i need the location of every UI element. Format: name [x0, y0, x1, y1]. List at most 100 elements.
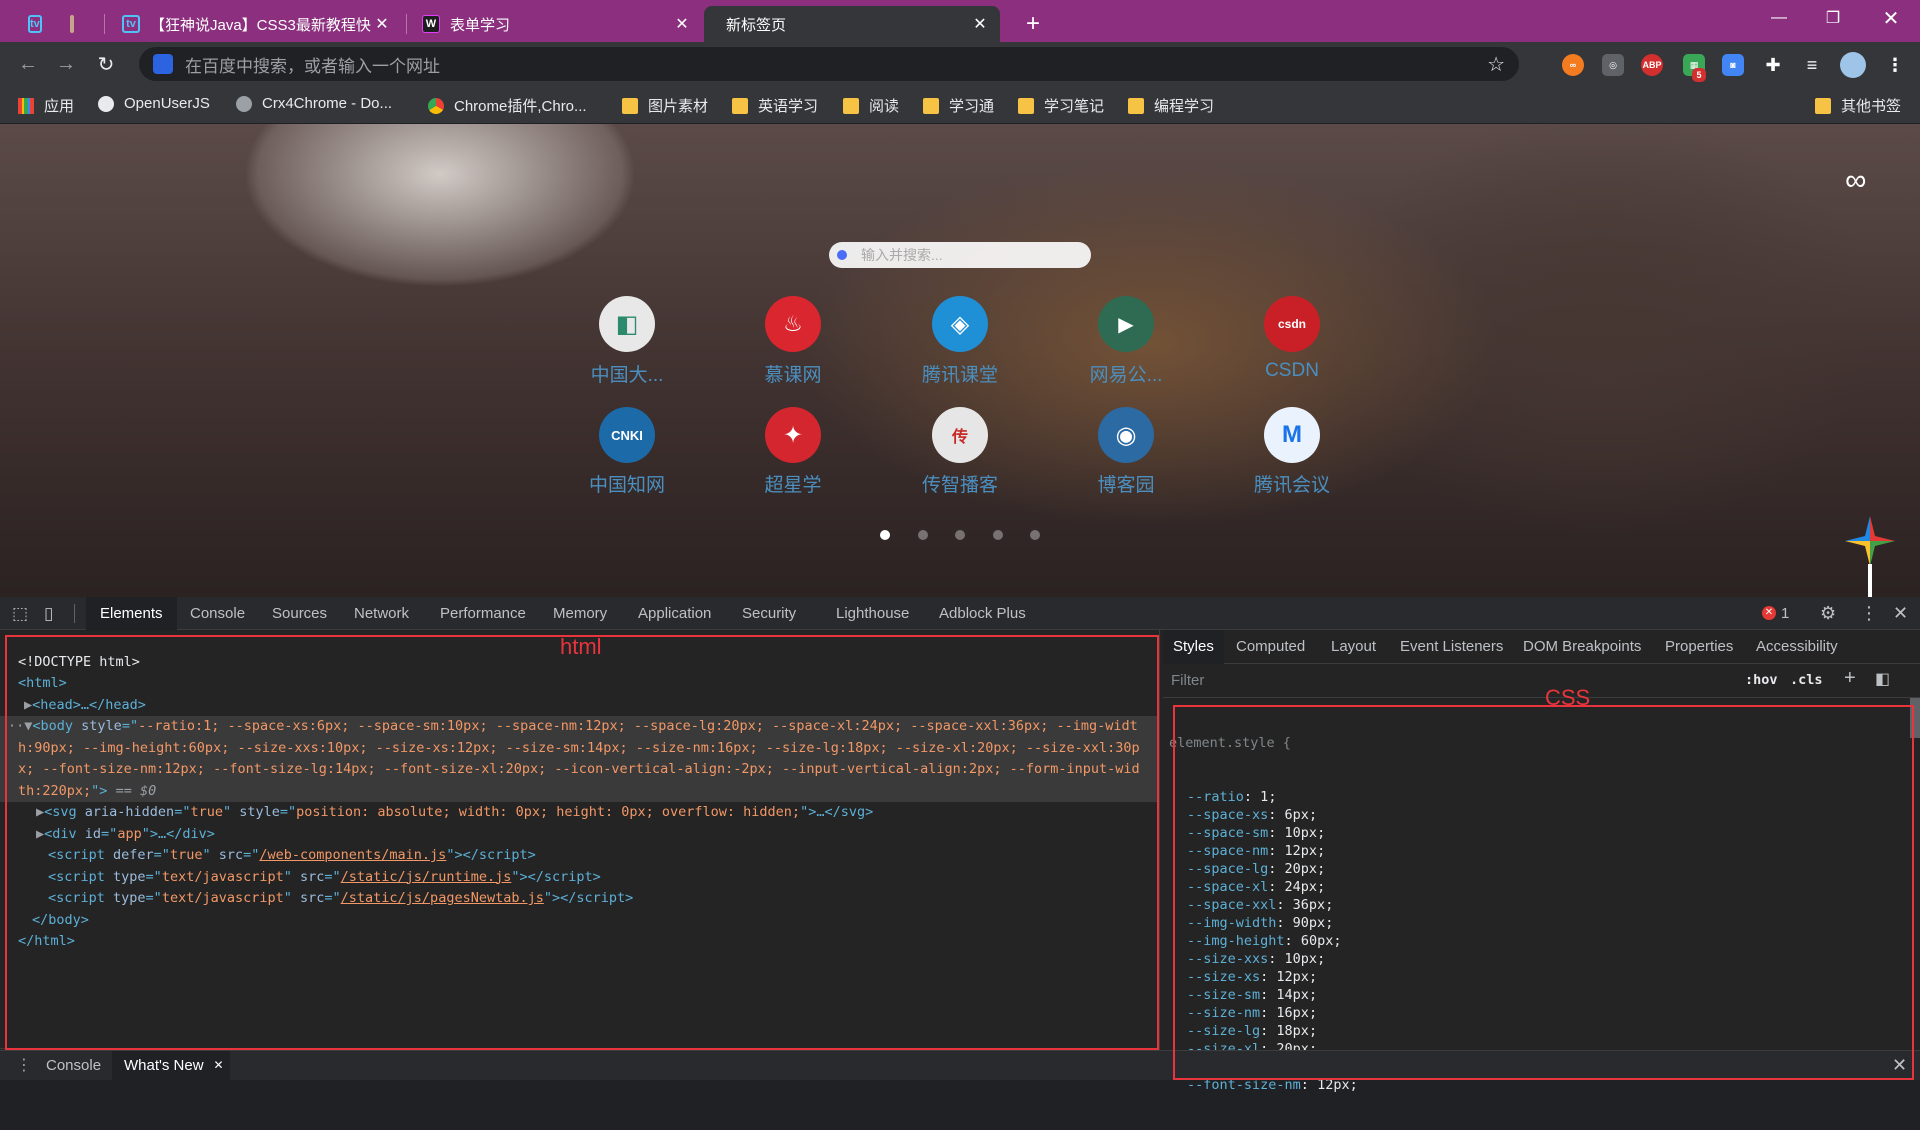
css-property-name[interactable]: --space-nm: [1187, 843, 1268, 859]
css-property-name[interactable]: --size-lg: [1187, 1023, 1260, 1039]
css-property-row[interactable]: --size-nm: 16px;: [1169, 1004, 1909, 1022]
profile-avatar[interactable]: [1840, 52, 1866, 78]
css-property-value[interactable]: 24px: [1285, 879, 1318, 895]
tab-console[interactable]: Console: [190, 597, 245, 630]
tencent-meeting-icon[interactable]: M: [1264, 407, 1320, 463]
tab-memory[interactable]: Memory: [553, 597, 607, 630]
css-property-value[interactable]: 60px: [1301, 933, 1334, 949]
box-icon[interactable]: ◙: [1722, 54, 1744, 76]
bookmark-star-icon[interactable]: ☆: [1487, 52, 1505, 77]
css-property-row[interactable]: --space-xxl: 36px;: [1169, 896, 1909, 914]
tab-application[interactable]: Application: [638, 597, 711, 630]
bookmark-folder-notes[interactable]: 学习笔记: [1018, 95, 1104, 116]
css-property-row[interactable]: --space-xl: 24px;: [1169, 878, 1909, 896]
css-property-value[interactable]: 10px: [1285, 825, 1318, 841]
tab-accessibility[interactable]: Accessibility: [1756, 638, 1838, 655]
back-icon[interactable]: ←: [14, 50, 42, 78]
css-property-row[interactable]: --size-xxs: 10px;: [1169, 950, 1909, 968]
newtab-search-input[interactable]: 输入并搜索...: [829, 242, 1091, 268]
tab-sources[interactable]: Sources: [272, 597, 327, 630]
css-property-row[interactable]: --ratio: 1;: [1169, 788, 1909, 806]
tab-layout[interactable]: Layout: [1331, 638, 1376, 655]
app-label[interactable]: 网易公...: [1041, 360, 1211, 387]
app-label[interactable]: CSDN: [1207, 360, 1377, 382]
css-property-name[interactable]: --size-nm: [1187, 1005, 1260, 1021]
drawer-tab-console[interactable]: Console: [46, 1057, 101, 1074]
css-property-value[interactable]: 20px: [1285, 861, 1318, 877]
tab-form-study[interactable]: W 表单学习 ✕: [412, 6, 702, 42]
drawer-menu-icon[interactable]: ⋮: [16, 1055, 32, 1075]
dom-line-body-cont[interactable]: h:90px; --img-height:60px; --size-xxs:10…: [0, 737, 1158, 759]
dom-line-script[interactable]: <script type="text/javascript" src="/sta…: [0, 888, 1158, 910]
tab-new-tab[interactable]: 新标签页 ✕: [704, 6, 1000, 42]
dom-line-svg[interactable]: ▶<svg aria-hidden="true" style="position…: [0, 802, 1158, 824]
chaoxing-icon[interactable]: ✦: [765, 407, 821, 463]
app-label[interactable]: 中国知网: [542, 470, 712, 497]
page-dot-active[interactable]: [880, 530, 890, 540]
itcast-icon[interactable]: 传: [932, 407, 988, 463]
css-property-name[interactable]: --img-width: [1187, 915, 1276, 931]
cls-toggle[interactable]: .cls: [1790, 670, 1823, 692]
close-devtools-icon[interactable]: ✕: [1893, 597, 1908, 630]
pinwheel-icon[interactable]: [1845, 516, 1895, 566]
css-property-value[interactable]: 16px: [1276, 1005, 1309, 1021]
bookmark-apps[interactable]: 应用: [18, 95, 74, 116]
inspect-element-icon[interactable]: ⬚: [12, 597, 28, 630]
restore-icon[interactable]: ❐: [1810, 0, 1856, 36]
bookmark-chrome-plugins[interactable]: Chrome插件,Chro...: [428, 95, 587, 116]
app-label[interactable]: 超星学: [708, 470, 878, 497]
css-property-name[interactable]: --space-xxl: [1187, 897, 1276, 913]
dom-line-body-selected[interactable]: ··▼<body style="--ratio:1; --space-xs:6p…: [0, 716, 1158, 738]
puzzle-icon[interactable]: ✚: [1762, 54, 1784, 76]
app-label[interactable]: 慕课网: [708, 360, 878, 387]
infinity-logo-icon[interactable]: ∞: [1845, 164, 1866, 198]
css-property-value[interactable]: 12px: [1276, 969, 1309, 985]
menu-icon[interactable]: ⋮: [1884, 54, 1906, 76]
tab-avatar-pinned[interactable]: [60, 6, 94, 42]
bookmark-folder-reading[interactable]: 阅读: [843, 95, 899, 116]
css-property-name[interactable]: --ratio: [1187, 789, 1244, 805]
new-style-rule-icon[interactable]: +: [1844, 667, 1856, 690]
tab-security[interactable]: Security: [742, 597, 796, 630]
tab-performance[interactable]: Performance: [440, 597, 526, 630]
reload-icon[interactable]: ↻: [92, 50, 120, 78]
app-label[interactable]: 博客园: [1041, 470, 1211, 497]
css-property-value[interactable]: 90px: [1293, 915, 1326, 931]
omnibox[interactable]: 在百度中搜索，或者输入一个网址 ☆: [139, 47, 1519, 81]
tab-close-icon[interactable]: ✕: [672, 14, 692, 34]
dom-line-script[interactable]: <script defer="true" src="/web-component…: [0, 845, 1158, 867]
app-label[interactable]: 腾讯会议: [1207, 470, 1377, 497]
page-dot[interactable]: [1030, 530, 1040, 540]
filter-input[interactable]: Filter: [1171, 672, 1204, 689]
css-property-name[interactable]: --img-height: [1187, 933, 1285, 949]
abp-icon[interactable]: ABP: [1641, 54, 1663, 76]
csdn-icon[interactable]: csdn: [1264, 296, 1320, 352]
css-property-row[interactable]: --space-xs: 6px;: [1169, 806, 1909, 824]
css-property-row[interactable]: --space-lg: 20px;: [1169, 860, 1909, 878]
bookmark-crx4chrome[interactable]: Crx4Chrome - Do...: [236, 95, 392, 112]
css-property-row[interactable]: --img-width: 90px;: [1169, 914, 1909, 932]
settings-gear-icon[interactable]: ⚙: [1820, 597, 1836, 630]
new-tab-button[interactable]: +: [1016, 6, 1056, 42]
page-dot[interactable]: [918, 530, 928, 540]
css-property-name[interactable]: --size-xxs: [1187, 951, 1268, 967]
drawer-tab-whats-new[interactable]: What's New ✕: [112, 1051, 230, 1080]
cnblogs-icon[interactable]: ◉: [1098, 407, 1154, 463]
bookmark-folder-programming[interactable]: 编程学习: [1128, 95, 1214, 116]
tab-bilibili-pinned[interactable]: tv: [18, 6, 52, 42]
styles-scrollbar[interactable]: [1910, 698, 1920, 738]
css-property-value[interactable]: 36px: [1293, 897, 1326, 913]
css-property-value[interactable]: 14px: [1276, 987, 1309, 1003]
css-property-name[interactable]: --space-sm: [1187, 825, 1268, 841]
infinity-icon[interactable]: ∞: [1562, 54, 1584, 76]
error-count[interactable]: 1: [1781, 597, 1789, 630]
netease-open-class-icon[interactable]: ▶: [1098, 296, 1154, 352]
bookmark-folder-xuexitong[interactable]: 学习通: [923, 95, 994, 116]
tab-network[interactable]: Network: [354, 597, 409, 630]
dom-line-body-cont[interactable]: x; --font-size-nm:12px; --font-size-lg:1…: [0, 759, 1158, 781]
css-property-row[interactable]: --space-nm: 12px;: [1169, 842, 1909, 860]
app-label[interactable]: 腾讯课堂: [875, 360, 1045, 387]
app-label[interactable]: 中国大...: [542, 360, 712, 387]
close-window-icon[interactable]: ✕: [1868, 0, 1914, 36]
css-property-value[interactable]: 10px: [1285, 951, 1318, 967]
